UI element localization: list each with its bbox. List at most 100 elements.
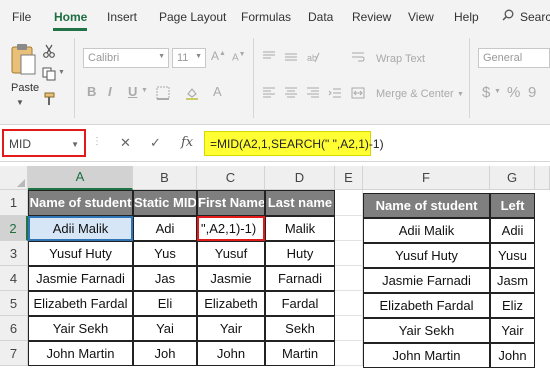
font-name-select[interactable]: Calibri ▼ xyxy=(83,48,169,68)
tab-file[interactable]: File xyxy=(12,10,31,24)
column-header-d[interactable]: D xyxy=(265,166,335,190)
insert-function-button[interactable]: fx xyxy=(181,135,193,150)
table-cell[interactable]: Elizabeth Fardal xyxy=(28,291,133,316)
column-header-f[interactable]: F xyxy=(363,166,490,190)
table-cell[interactable]: Adii xyxy=(490,218,535,243)
cell-e1[interactable] xyxy=(335,190,363,216)
italic-button[interactable]: I xyxy=(108,84,112,99)
table-cell[interactable]: Farnadi xyxy=(265,266,335,291)
column-header-g[interactable]: G xyxy=(490,166,535,190)
underline-dropdown-chevron-icon[interactable]: ▼ xyxy=(141,87,148,94)
comma-style-button[interactable]: 9 xyxy=(528,84,536,101)
table1-header-last-name[interactable]: Last name xyxy=(265,190,335,216)
row-header-1[interactable]: 1 xyxy=(0,190,28,216)
table-cell[interactable]: Elizabeth xyxy=(197,291,265,316)
table-cell[interactable]: Sekh xyxy=(265,316,335,341)
align-top-icon[interactable] xyxy=(262,50,276,64)
table-cell[interactable]: Eli xyxy=(133,291,197,316)
table-cell[interactable]: Yair Sekh xyxy=(28,316,133,341)
align-left-icon[interactable] xyxy=(262,86,276,100)
tab-insert[interactable]: Insert xyxy=(107,10,137,24)
column-header-h[interactable] xyxy=(535,166,550,190)
cell-e6[interactable] xyxy=(335,316,363,341)
cell-e3[interactable] xyxy=(335,241,363,266)
table-cell[interactable]: Eliz xyxy=(490,293,535,318)
row-header-6[interactable]: 6 xyxy=(0,316,28,341)
table-cell[interactable]: Joh xyxy=(133,341,197,366)
table-cell[interactable]: Yusu xyxy=(490,243,535,268)
increase-font-size-icon[interactable]: A▲ xyxy=(211,49,226,63)
cut-icon[interactable] xyxy=(42,44,56,58)
table-cell[interactable]: Yusuf Huty xyxy=(363,243,490,268)
table-cell[interactable]: Jasmie xyxy=(197,266,265,291)
percent-format-button[interactable]: % xyxy=(507,84,520,101)
table-cell[interactable]: Adii Malik xyxy=(363,218,490,243)
table-cell[interactable]: Martin xyxy=(265,341,335,366)
tab-data[interactable]: Data xyxy=(308,10,333,24)
underline-button[interactable]: U xyxy=(128,84,137,99)
borders-icon[interactable] xyxy=(156,86,170,100)
align-center-icon[interactable] xyxy=(284,86,298,100)
column-header-a[interactable]: A xyxy=(28,166,133,190)
select-all-button[interactable] xyxy=(0,166,28,190)
copy-dropdown-chevron-icon[interactable]: ▼ xyxy=(58,69,65,76)
table1-header-static-mid[interactable]: Static MID xyxy=(133,190,197,216)
tab-page-layout[interactable]: Page Layout xyxy=(159,10,226,24)
row-header-3[interactable]: 3 xyxy=(0,241,28,266)
table-cell[interactable]: Huty xyxy=(265,241,335,266)
cell-a2-selected[interactable]: Adii Malik xyxy=(28,216,133,241)
table-cell[interactable]: John Martin xyxy=(363,343,490,368)
cell-d2[interactable]: Malik xyxy=(265,216,335,241)
cell-e5[interactable] xyxy=(335,291,363,316)
table-cell[interactable]: John xyxy=(197,341,265,366)
table-cell[interactable]: Jas xyxy=(133,266,197,291)
tab-review[interactable]: Review xyxy=(352,10,391,24)
table1-header-first-name[interactable]: First Name xyxy=(197,190,265,216)
currency-format-button[interactable]: $ xyxy=(482,84,490,101)
table1-header-name[interactable]: Name of student xyxy=(28,190,133,216)
copy-icon[interactable] xyxy=(42,67,56,81)
table-cell[interactable]: Yusuf xyxy=(197,241,265,266)
table-cell[interactable]: Yair xyxy=(197,316,265,341)
column-header-c[interactable]: C xyxy=(197,166,265,190)
decrease-font-size-icon[interactable]: A▼ xyxy=(232,51,246,63)
tab-home[interactable]: Home xyxy=(54,10,87,24)
table-cell[interactable]: Jasm xyxy=(490,268,535,293)
currency-dropdown-chevron-icon[interactable]: ▼ xyxy=(494,88,501,95)
table-cell[interactable]: Jasmie Farnadi xyxy=(28,266,133,291)
align-middle-icon[interactable] xyxy=(284,50,298,64)
cell-e7[interactable] xyxy=(335,341,363,366)
chevron-down-icon[interactable]: ▼ xyxy=(71,140,79,149)
column-header-e[interactable]: E xyxy=(335,166,363,190)
font-color-icon[interactable]: A xyxy=(213,84,222,99)
paste-dropdown-chevron-icon[interactable]: ▼ xyxy=(16,98,24,107)
cancel-edit-button[interactable]: ✕ xyxy=(120,135,131,151)
wrap-text-icon[interactable] xyxy=(351,50,365,64)
cell-e4[interactable] xyxy=(335,266,363,291)
indent-icon[interactable] xyxy=(328,86,342,100)
table2-header-left[interactable]: Left xyxy=(490,193,535,218)
table-cell[interactable]: Yusuf Huty xyxy=(28,241,133,266)
row-header-5[interactable]: 5 xyxy=(0,291,28,316)
table-cell[interactable]: Yai xyxy=(133,316,197,341)
table-cell[interactable]: Yair Sekh xyxy=(363,318,490,343)
table-cell[interactable]: Yus xyxy=(133,241,197,266)
enter-edit-button[interactable]: ✓ xyxy=(150,135,161,151)
font-size-select[interactable]: 11 ▼ xyxy=(172,48,206,68)
table2-header-name[interactable]: Name of student xyxy=(363,193,490,218)
paste-button-label[interactable]: Paste xyxy=(11,82,39,94)
table-cell[interactable]: John Martin xyxy=(28,341,133,366)
row-header-2[interactable]: 2 xyxy=(0,216,28,241)
tab-formulas[interactable]: Formulas xyxy=(241,10,291,24)
table-cell[interactable]: Yair xyxy=(490,318,535,343)
format-painter-icon[interactable] xyxy=(42,92,56,106)
wrap-text-button[interactable]: Wrap Text xyxy=(376,53,425,65)
bold-button[interactable]: B xyxy=(87,84,96,99)
tab-help[interactable]: Help xyxy=(454,10,479,24)
tab-view[interactable]: View xyxy=(408,10,434,24)
column-header-b[interactable]: B xyxy=(133,166,197,190)
formula-bar-grip-icon[interactable]: ⋮ xyxy=(92,136,102,147)
cell-c2-editing[interactable]: ",A2,1)-1) xyxy=(197,216,265,241)
merge-center-button[interactable]: Merge & Center xyxy=(376,88,454,100)
table-cell[interactable]: Elizabeth Fardal xyxy=(363,293,490,318)
